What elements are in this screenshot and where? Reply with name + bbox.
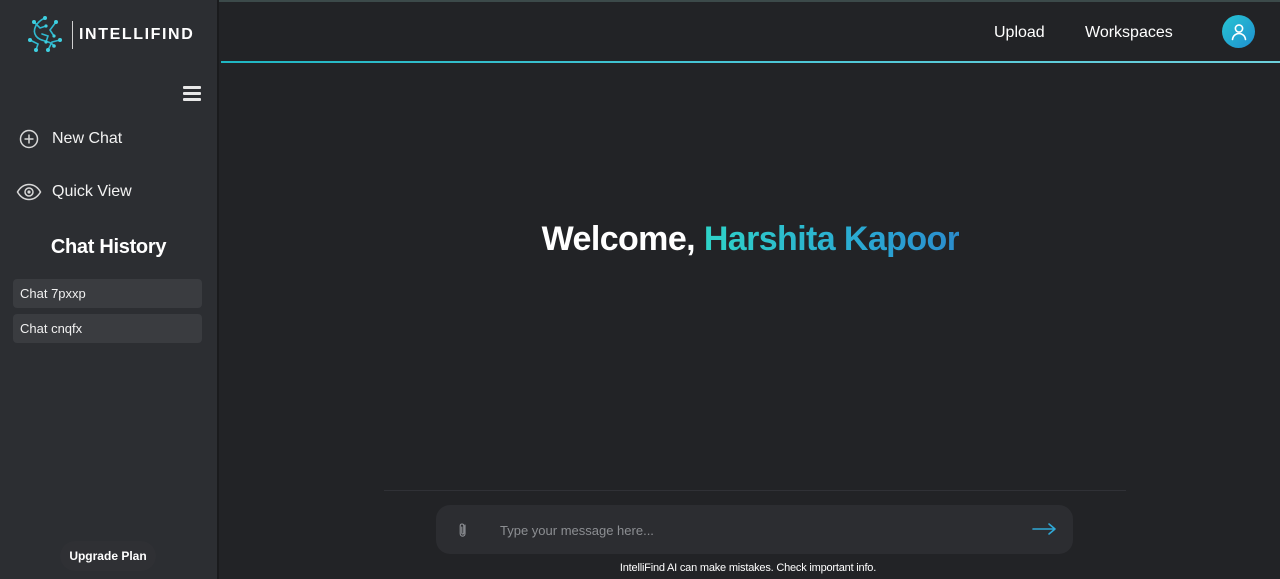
welcome-heading: Welcome, Harshita Kapoor [221,220,1280,259]
new-chat-label: New Chat [52,130,123,147]
user-icon [1231,23,1246,40]
chat-history-title: Chat History [50,236,167,258]
message-composer [436,505,1073,554]
welcome-user-name: Harshita Kapoor [703,220,960,258]
upload-link[interactable]: Upload [994,24,1045,42]
brand-circuit-icon [28,16,62,52]
disclaimer-text: IntelliFind AI can make mistakes. Check … [619,562,877,574]
new-chat-button[interactable]: New Chat [16,128,122,150]
workspaces-link[interactable]: Workspaces [1085,24,1173,42]
plus-circle-icon [16,128,42,150]
user-avatar-button[interactable] [1222,15,1255,48]
sidebar: INTELLIFIND New Chat Quick View Chat His… [0,0,219,579]
top-header: Upload Workspaces [221,2,1280,61]
composer-divider [384,490,1126,491]
arrow-right-icon[interactable] [1032,519,1058,539]
quick-view-button[interactable]: Quick View [16,181,132,203]
chat-history-item[interactable]: Chat 7pxxp [13,279,202,308]
welcome-prefix: Welcome, [541,220,704,258]
quick-view-label: Quick View [52,183,132,200]
logo-divider [72,21,73,49]
brand-name: INTELLIFIND [79,26,195,43]
paperclip-icon[interactable] [457,521,469,539]
message-input[interactable] [500,519,1020,541]
upgrade-plan-button[interactable]: Upgrade Plan [60,541,156,571]
hamburger-icon[interactable] [183,86,201,102]
eye-icon [16,181,42,203]
header-accent-line [221,61,1280,63]
logo[interactable]: INTELLIFIND [24,14,194,56]
chat-history-item[interactable]: Chat cnqfx [13,314,202,343]
